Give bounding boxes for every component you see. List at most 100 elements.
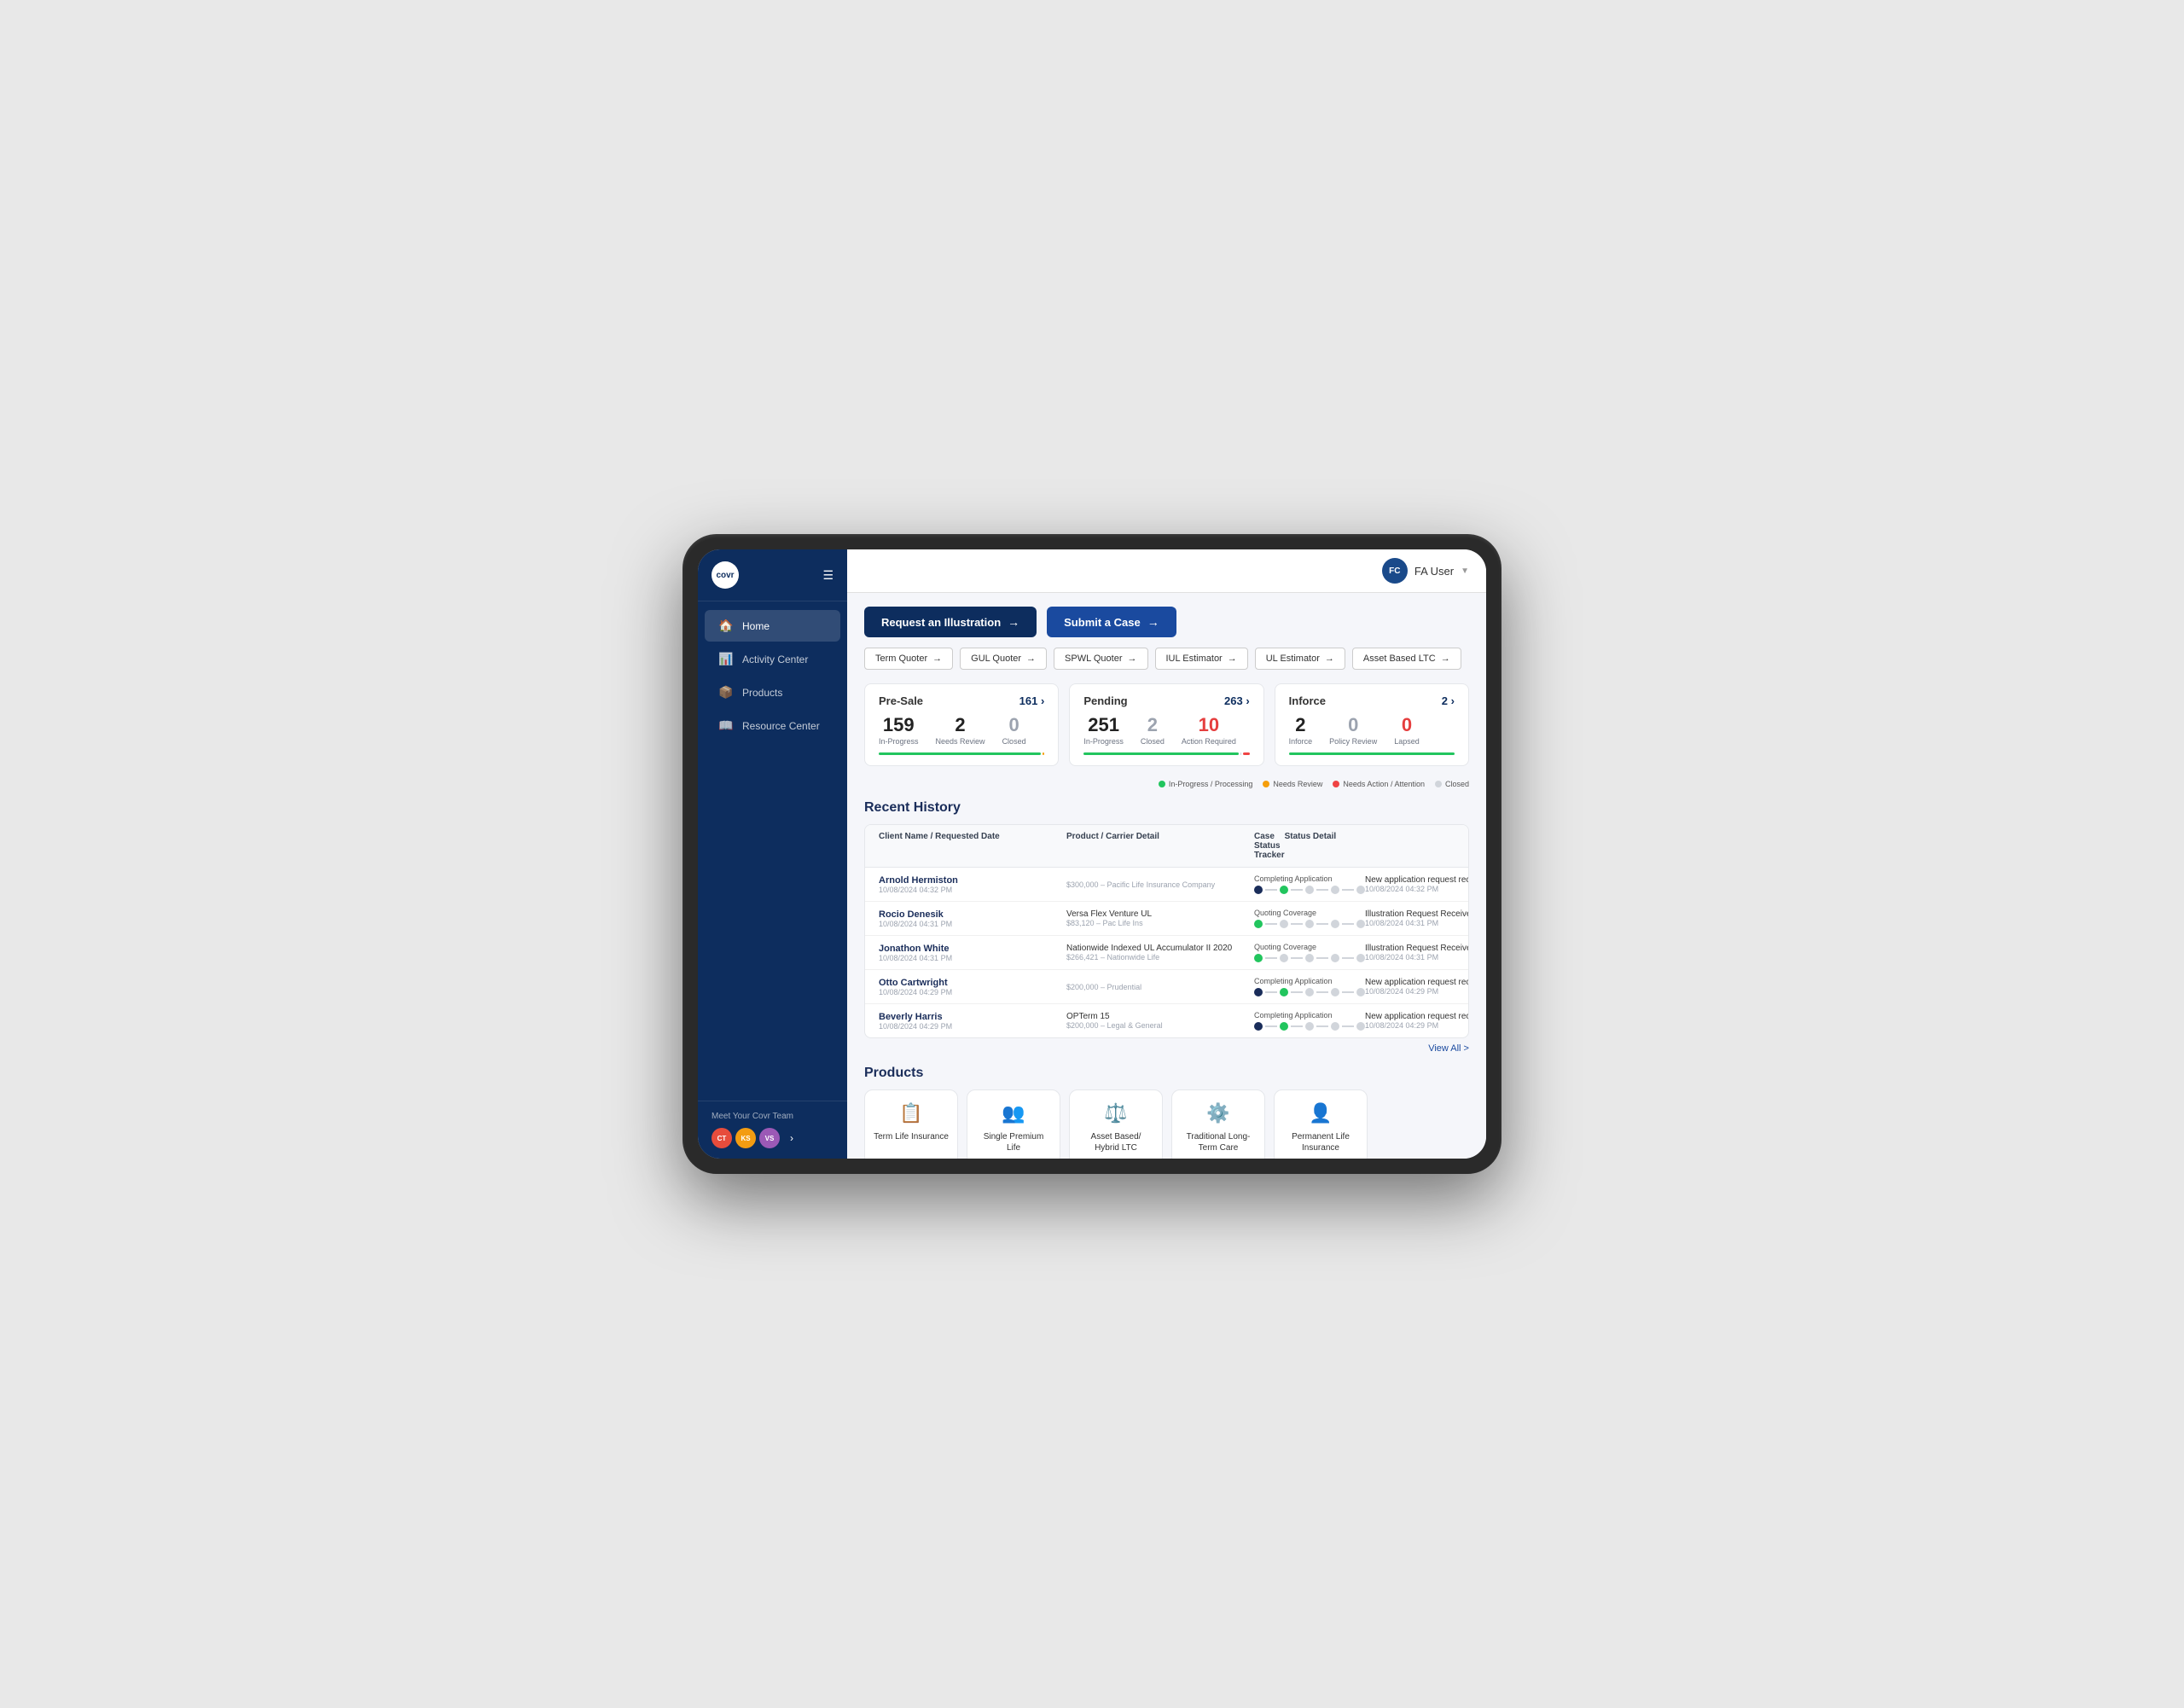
dot xyxy=(1356,954,1365,962)
arrow-right-icon-2: → xyxy=(1147,615,1159,629)
table-row: Arnold Hermiston 10/08/2024 04:32 PM $30… xyxy=(865,868,1468,902)
row3-product: $200,000 – Prudential xyxy=(1066,983,1254,991)
quoter-links: Term Quoter → GUL Quoter → SPWL Quoter →… xyxy=(864,648,1469,670)
pending-header: Pending 263 › xyxy=(1083,694,1249,707)
dot xyxy=(1331,954,1339,962)
pending-closed: 2 Closed xyxy=(1141,716,1165,746)
asset-ltc-link[interactable]: Asset Based LTC → xyxy=(1352,648,1461,670)
user-dropdown-icon[interactable]: ▼ xyxy=(1461,566,1469,576)
sidebar-item-products[interactable]: 📦 Products xyxy=(705,677,840,708)
products-title: Products xyxy=(864,1066,1469,1081)
team-expand-icon[interactable]: › xyxy=(790,1132,793,1144)
sidebar-item-home[interactable]: 🏠 Home xyxy=(705,610,840,642)
inforce-bar-green xyxy=(1289,752,1455,755)
product-card-asset[interactable]: ⚖️ Asset Based/ Hybrid LTC xyxy=(1069,1089,1163,1159)
team-avatar-ct[interactable]: CT xyxy=(712,1128,732,1148)
dot xyxy=(1305,886,1314,894)
view-all-link[interactable]: View All > xyxy=(864,1043,1469,1054)
dot-line xyxy=(1265,991,1277,993)
resource-icon: 📖 xyxy=(718,718,734,733)
table-header: Client Name / Requested Date Product / C… xyxy=(865,825,1468,868)
single-premium-icon: 👥 xyxy=(1002,1102,1025,1124)
sidebar-label-activity: Activity Center xyxy=(742,654,808,665)
dot xyxy=(1305,920,1314,928)
row4-status: New application request received 10/08/2… xyxy=(1365,1012,1469,1030)
legend-dot-orange xyxy=(1263,781,1269,787)
table-row: Jonathon White 10/08/2024 04:31 PM Natio… xyxy=(865,936,1468,970)
row0-client: Arnold Hermiston 10/08/2024 04:32 PM xyxy=(879,875,1066,894)
row0-dots xyxy=(1254,886,1365,894)
product-card-permanent[interactable]: 👤 Permanent Life Insurance xyxy=(1274,1089,1368,1159)
dot xyxy=(1305,954,1314,962)
inforce-policy-label: Policy Review xyxy=(1329,737,1377,746)
sidebar-label-resource: Resource Center xyxy=(742,720,820,732)
table-row: Beverly Harris 10/08/2024 04:29 PM OPTer… xyxy=(865,1004,1468,1037)
presale-needsreview-label: Needs Review xyxy=(936,737,985,746)
dot xyxy=(1305,988,1314,996)
sidebar-item-activity[interactable]: 📊 Activity Center xyxy=(705,643,840,675)
tablet-shell: covr ☰ 🏠 Home 📊 Activity Center 📦 Produc… xyxy=(682,534,1502,1174)
row2-status: Illustration Request Received 10/08/2024… xyxy=(1365,944,1469,961)
product-card-traditional[interactable]: ⚙️ Traditional Long-Term Care xyxy=(1171,1089,1265,1159)
row2-tracker: Quoting Coverage xyxy=(1254,943,1365,962)
team-avatar-vs[interactable]: VS xyxy=(759,1128,780,1148)
dot xyxy=(1254,988,1263,996)
inforce-inforce: 2 Inforce xyxy=(1289,716,1313,746)
activity-icon: 📊 xyxy=(718,652,734,666)
row1-dots xyxy=(1254,920,1365,928)
ul-estimator-link[interactable]: UL Estimator → xyxy=(1255,648,1345,670)
dot-line xyxy=(1291,889,1303,891)
quoter-arrow-0: → xyxy=(932,654,942,664)
dot xyxy=(1254,954,1263,962)
dot-line xyxy=(1291,923,1303,925)
iul-estimator-link[interactable]: IUL Estimator → xyxy=(1155,648,1248,670)
presale-closed-num: 0 xyxy=(1002,716,1026,735)
product-card-single[interactable]: 👥 Single Premium Life xyxy=(967,1089,1060,1159)
quoter-arrow-2: → xyxy=(1128,654,1137,664)
request-illustration-button[interactable]: Request an Illustration → xyxy=(864,607,1037,637)
hamburger-icon[interactable]: ☰ xyxy=(822,568,834,583)
presale-inprogress: 159 In-Progress xyxy=(879,716,919,746)
row2-client: Jonathon White 10/08/2024 04:31 PM xyxy=(879,944,1066,962)
submit-case-button[interactable]: Submit a Case → xyxy=(1047,607,1176,637)
dot xyxy=(1280,1022,1288,1031)
row2-product: Nationwide Indexed UL Accumulator II 202… xyxy=(1066,944,1254,961)
header-status: Status Detail xyxy=(1285,832,1469,860)
dot-line xyxy=(1316,889,1328,891)
pending-numbers: 251 In-Progress 2 Closed 10 Action Requi… xyxy=(1083,716,1249,746)
row1-product: Versa Flex Venture UL $83,120 – Pac Life… xyxy=(1066,909,1254,927)
dot xyxy=(1331,920,1339,928)
table-row: Rocio Denesik 10/08/2024 04:31 PM Versa … xyxy=(865,902,1468,936)
inforce-total[interactable]: 2 › xyxy=(1442,694,1455,707)
sidebar-label-home: Home xyxy=(742,620,770,632)
presale-needsreview: 2 Needs Review xyxy=(936,716,985,746)
pending-total[interactable]: 263 › xyxy=(1224,694,1250,707)
gul-quoter-link[interactable]: GUL Quoter → xyxy=(960,648,1047,670)
pending-inprogress-num: 251 xyxy=(1083,716,1124,735)
stat-card-presale: Pre-Sale 161 › 159 In-Progress 2 xyxy=(864,683,1059,766)
pending-bar-gray xyxy=(1240,752,1241,755)
legend-dot-red xyxy=(1333,781,1339,787)
dot-line xyxy=(1265,1025,1277,1027)
presale-total[interactable]: 161 › xyxy=(1019,694,1045,707)
quoter-arrow-3: → xyxy=(1228,654,1237,664)
dot xyxy=(1356,988,1365,996)
row1-tracker: Quoting Coverage xyxy=(1254,909,1365,928)
sidebar-item-resource[interactable]: 📖 Resource Center xyxy=(705,710,840,741)
row3-client: Otto Cartwright 10/08/2024 04:29 PM xyxy=(879,978,1066,996)
asset-ltc-icon: ⚖️ xyxy=(1104,1102,1127,1124)
presale-closed: 0 Closed xyxy=(1002,716,1026,746)
presale-inprogress-label: In-Progress xyxy=(879,737,919,746)
dot xyxy=(1356,1022,1365,1031)
inforce-lapsed: 0 Lapsed xyxy=(1394,716,1420,746)
dot xyxy=(1305,1022,1314,1031)
header-client: Client Name / Requested Date xyxy=(879,832,1066,860)
home-icon: 🏠 xyxy=(718,619,734,633)
term-quoter-link[interactable]: Term Quoter → xyxy=(864,648,953,670)
dot-line xyxy=(1265,923,1277,925)
product-card-term[interactable]: 📋 Term Life Insurance xyxy=(864,1089,958,1159)
spwl-quoter-link[interactable]: SPWL Quoter → xyxy=(1054,648,1147,670)
legend-closed: Closed xyxy=(1435,780,1469,788)
team-avatar-ks[interactable]: KS xyxy=(735,1128,756,1148)
legend-dot-green xyxy=(1159,781,1165,787)
